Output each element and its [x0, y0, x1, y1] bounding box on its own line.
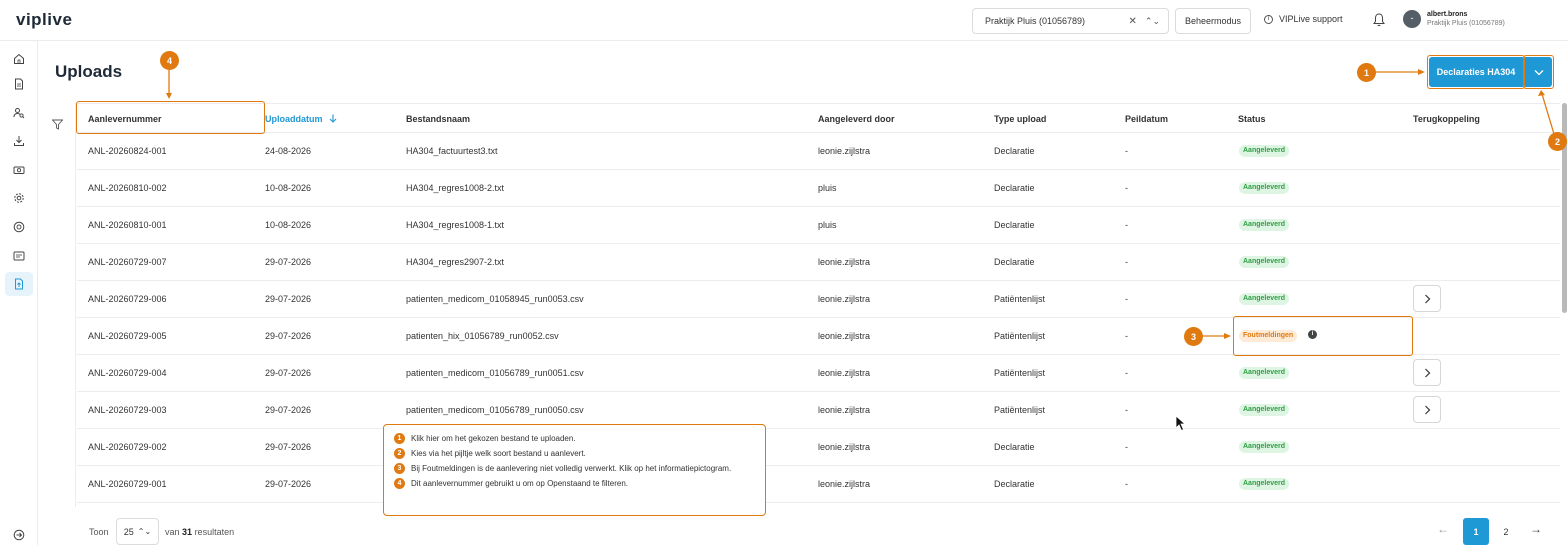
- tip-item: 1 Klik hier om het gekozen bestand te upl…: [394, 433, 755, 444]
- tip-text: Klik hier om het gekozen bestand te uplo…: [411, 434, 576, 443]
- tip-number: 3: [394, 463, 405, 474]
- tutorial-marker-3: 3: [1184, 327, 1203, 346]
- tip-number: 1: [394, 433, 405, 444]
- tip-item: 4 Dit aanlevernummer gebruikt u om op Ope…: [394, 478, 755, 489]
- tutorial-marker-2: 2: [1548, 132, 1567, 151]
- tutorial-marker-1: 1: [1357, 63, 1376, 82]
- tip-item: 3 Bij Foutmeldingen is de aanlevering nie…: [394, 463, 755, 474]
- tutorial-marker-4: 4: [160, 51, 179, 70]
- tip-text: Dit aanlevernummer gebruikt u om op Open…: [411, 479, 629, 488]
- tip-text: Kies via het pijltje welk soort bestand …: [411, 449, 586, 458]
- tip-text: Bij Foutmeldingen is de aanlevering niet…: [411, 464, 732, 473]
- tutorial-arrows: [166, 69, 1555, 339]
- tip-item: 2 Kies via het pijltje welk soort bestand…: [394, 448, 755, 459]
- tip-number: 2: [394, 448, 405, 459]
- tip-number: 4: [394, 478, 405, 489]
- mouse-cursor-icon: [1175, 415, 1186, 432]
- tutorial-tooltip: 1 Klik hier om het gekozen bestand te upl…: [383, 424, 766, 516]
